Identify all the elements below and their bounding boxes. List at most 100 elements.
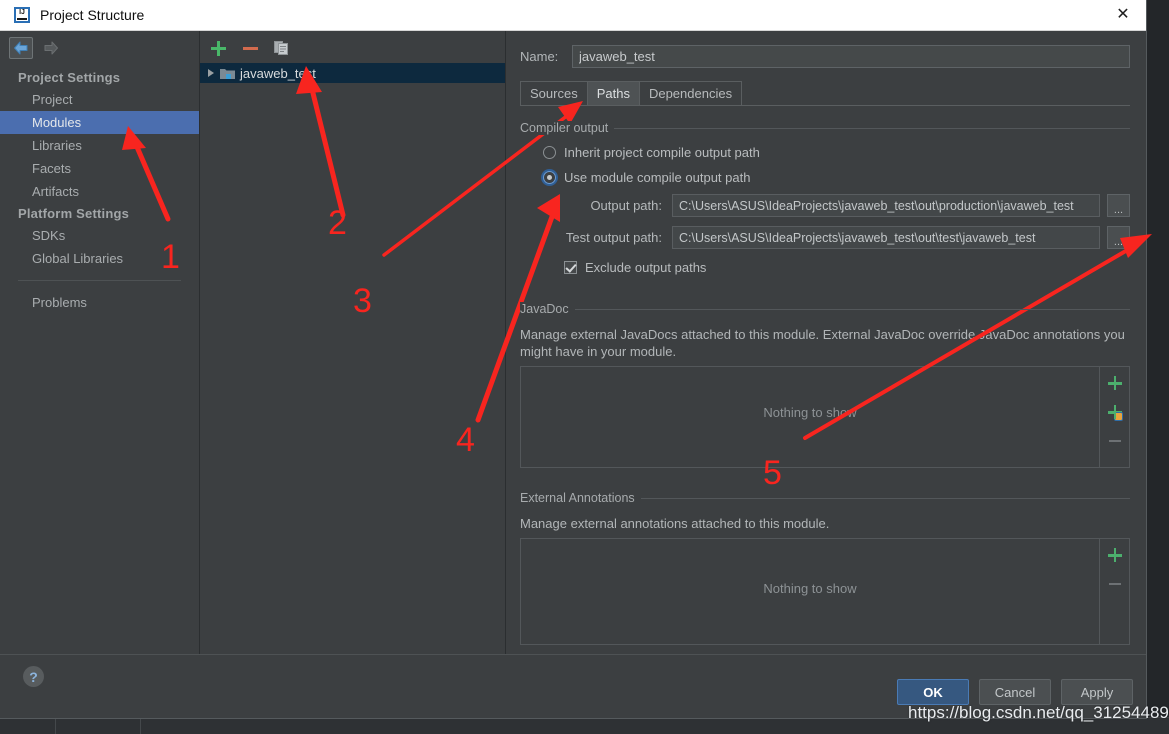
back-button[interactable] <box>9 37 33 59</box>
sidebar-item-problems[interactable]: Problems <box>0 291 199 314</box>
sidebar-item-libraries[interactable]: Libraries <box>0 134 199 157</box>
external-annotations-legend: External Annotations <box>520 491 641 505</box>
plus-icon <box>1107 548 1122 562</box>
test-output-path-label: Test output path: <box>565 230 662 245</box>
annotations-listbox-wrap: Nothing to show <box>520 538 1130 645</box>
tab-sources[interactable]: Sources <box>520 81 588 105</box>
module-list-item-label: javaweb_test <box>240 65 316 81</box>
radio-inherit-icon[interactable] <box>543 146 556 159</box>
javadoc-rule <box>520 309 1130 310</box>
radio-module-label: Use module compile output path <box>564 170 751 185</box>
exclude-output-paths-row[interactable]: Exclude output paths <box>520 260 1130 275</box>
annotations-listbox[interactable]: Nothing to show <box>520 538 1100 645</box>
output-path-browse-button[interactable]: ... <box>1107 194 1130 217</box>
test-output-path-browse-button[interactable]: ... <box>1107 226 1130 249</box>
remove-module-button[interactable] <box>241 39 259 57</box>
add-javadoc-url-button[interactable] <box>1105 403 1125 421</box>
sidebar-item-project[interactable]: Project <box>0 88 199 111</box>
window-title: Project Structure <box>40 7 145 23</box>
sidebar-item-sdks[interactable]: SDKs <box>0 224 199 247</box>
add-javadoc-path-button[interactable] <box>1105 374 1125 392</box>
sidebar-group-project-settings: Project Settings <box>18 70 121 85</box>
test-output-path-input[interactable] <box>672 226 1100 249</box>
intellij-idea-icon <box>14 7 30 23</box>
tab-paths[interactable]: Paths <box>586 81 640 105</box>
minus-icon <box>1108 582 1121 586</box>
test-output-path-row: Test output path: ... <box>520 226 1130 249</box>
javadoc-legend: JavaDoc <box>520 302 575 316</box>
module-name-row: Name: <box>506 31 1146 68</box>
remove-annotation-button[interactable] <box>1105 575 1125 593</box>
minus-icon <box>242 46 258 50</box>
sidebar-item-global-libraries[interactable]: Global Libraries <box>0 247 199 270</box>
paths-tab-content: Compiler output Inherit project compile … <box>506 106 1146 654</box>
external-annotations-description: Manage external annotations attached to … <box>520 516 830 531</box>
add-annotation-button[interactable] <box>1105 546 1125 564</box>
external-annotations-group: External Annotations Manage external ann… <box>520 490 1130 645</box>
project-structure-dialog: Project Structure ✕ Project Settings <box>0 0 1146 718</box>
tab-dependencies[interactable]: Dependencies <box>638 81 743 105</box>
sidebar-item-facets[interactable]: Facets <box>0 157 199 180</box>
output-path-label: Output path: <box>590 198 662 213</box>
module-list: javaweb_test <box>200 63 505 83</box>
javadoc-side-buttons <box>1100 366 1130 468</box>
plus-icon <box>1107 376 1122 390</box>
compiler-output-legend: Compiler output <box>520 121 615 135</box>
sidebar-item-modules[interactable]: Modules <box>0 111 199 134</box>
cancel-button[interactable]: Cancel <box>979 679 1051 705</box>
output-path-row: Output path: ... <box>520 194 1130 217</box>
dialog-footer: ? OK Cancel Apply <box>0 654 1146 718</box>
modules-toolbar <box>200 33 505 63</box>
forward-button[interactable] <box>39 37 63 59</box>
javadoc-description: Manage external JavaDocs attached to thi… <box>520 327 1125 359</box>
plus-globe-icon <box>1107 405 1123 421</box>
add-module-button[interactable] <box>209 39 227 57</box>
sidebar-divider <box>18 280 181 281</box>
module-name-input[interactable] <box>572 45 1130 68</box>
triangle-right-icon[interactable] <box>208 69 214 77</box>
radio-use-module-output[interactable]: Use module compile output path <box>520 170 1130 185</box>
close-icon[interactable]: ✕ <box>1100 0 1146 29</box>
module-tabs: Sources Paths Dependencies <box>520 81 1130 106</box>
dialog-action-buttons: OK Cancel Apply <box>897 679 1133 705</box>
desktop-right-strip <box>1146 0 1169 734</box>
radio-inherit-project-output[interactable]: Inherit project compile output path <box>520 145 1130 160</box>
window-titlebar: Project Structure ✕ <box>0 0 1146 31</box>
globe-badge-icon <box>1113 412 1123 421</box>
remove-javadoc-button[interactable] <box>1105 432 1125 450</box>
sidebar-item-artifacts[interactable]: Artifacts <box>0 180 199 203</box>
dialog-body: Project Settings Project Modules Librari… <box>0 31 1146 654</box>
sidebar-group-platform-settings: Platform Settings <box>18 206 130 221</box>
taskbar-strip <box>0 717 1169 734</box>
copy-icon <box>274 41 288 55</box>
javadoc-listbox[interactable]: Nothing to show <box>520 366 1100 468</box>
radio-module-icon[interactable] <box>543 171 556 184</box>
ok-button[interactable]: OK <box>897 679 969 705</box>
javadoc-listbox-wrap: Nothing to show <box>520 366 1130 468</box>
module-details-panel: Name: Sources Paths Dependencies Compile… <box>506 31 1146 654</box>
javadoc-empty-text: Nothing to show <box>763 405 857 420</box>
module-folder-icon <box>220 67 235 80</box>
sidebar-list: Project Settings Project Modules Librari… <box>0 63 199 314</box>
plus-icon <box>210 40 226 56</box>
settings-sidebar: Project Settings Project Modules Librari… <box>0 31 200 654</box>
exclude-output-paths-checkbox[interactable] <box>564 261 577 274</box>
apply-button[interactable]: Apply <box>1061 679 1133 705</box>
module-list-item-javaweb-test[interactable]: javaweb_test <box>200 63 505 83</box>
output-path-input[interactable] <box>672 194 1100 217</box>
module-name-label: Name: <box>520 49 559 64</box>
annotations-empty-text: Nothing to show <box>763 581 857 596</box>
radio-inherit-label: Inherit project compile output path <box>564 145 760 160</box>
help-icon[interactable]: ? <box>23 666 44 687</box>
annotations-side-buttons <box>1100 538 1130 645</box>
compiler-output-group: Compiler output Inherit project compile … <box>520 120 1130 275</box>
arrow-left-icon <box>14 41 28 55</box>
minus-icon <box>1108 439 1121 443</box>
modules-panel: javaweb_test <box>200 31 506 654</box>
javadoc-group: JavaDoc Manage external JavaDocs attache… <box>520 301 1130 468</box>
exclude-output-paths-label: Exclude output paths <box>585 260 707 275</box>
sidebar-nav-buttons <box>0 33 199 63</box>
arrow-right-icon <box>44 41 58 55</box>
copy-module-button[interactable] <box>273 39 291 57</box>
